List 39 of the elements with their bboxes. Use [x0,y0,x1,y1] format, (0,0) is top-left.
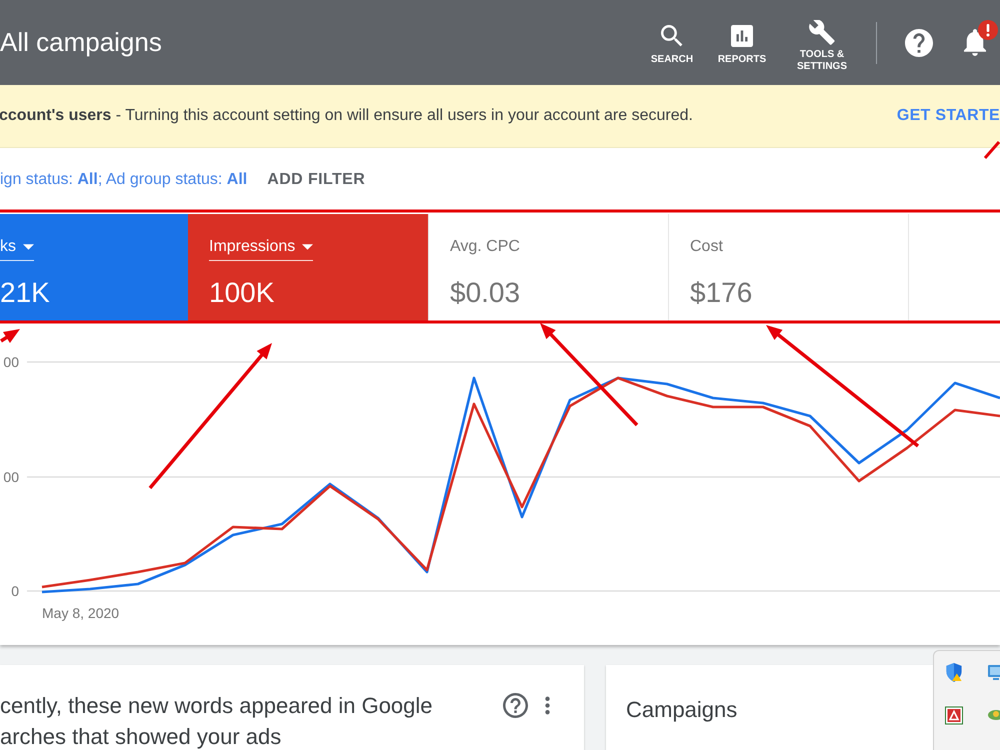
metric-selector[interactable]: ks [0,238,34,261]
axis-label: 00 [3,469,19,485]
metric-value: $176 [690,279,752,307]
metric-value: 100K [209,279,274,307]
page-title: All campaigns [0,27,163,58]
annotation-line [984,141,1000,159]
bell-icon [964,29,986,56]
axis-label: 00 [3,354,19,370]
metric-card[interactable]: ks 21K [0,214,188,321]
caret-icon [302,244,314,250]
toolbar-button[interactable]: TOOLS & SETTINGS [777,20,867,73]
toolbar-button[interactable]: SEARCH [637,25,707,66]
filter-summary[interactable]: ign status: All; Ad group status: All [0,170,248,188]
toolbar-button[interactable]: REPORTS [707,25,777,66]
metric-value: 21K [0,279,50,307]
metric-card[interactable]: Impressions 100K [188,214,428,321]
metric-selector[interactable]: Cost [690,238,723,261]
annotation-arrow [0,329,20,344]
card-title: Campaigns [626,697,738,722]
help-icon [905,28,933,56]
wrench-icon [809,20,835,45]
add-filter-button[interactable]: ADD FILTER [267,170,366,188]
more-options-icon[interactable] [545,696,550,715]
date-label: May 8, 2020 [42,605,120,621]
axis-label: 0 [11,583,19,599]
document-icon[interactable] [945,706,963,725]
banner-message: ccount's users - Turning this account setting on will ensure all users in your account are secured. [0,107,693,125]
monitor-icon[interactable] [987,663,1000,681]
shield-icon[interactable] [945,663,963,682]
search-icon [661,25,683,47]
metric-selector[interactable]: Impressions [209,238,314,261]
caret-icon [23,244,34,250]
metric-selector[interactable]: Avg. CPC [450,238,520,261]
card-title: cently, these new words appeared in Google arches that showed your ads [0,692,434,750]
help-icon[interactable] [503,693,528,718]
help-button[interactable] [905,28,933,56]
get-started-link[interactable]: GET STARTE [896,107,1000,125]
bar-chart-icon [731,25,753,47]
metric-value: $0.03 [450,279,520,307]
